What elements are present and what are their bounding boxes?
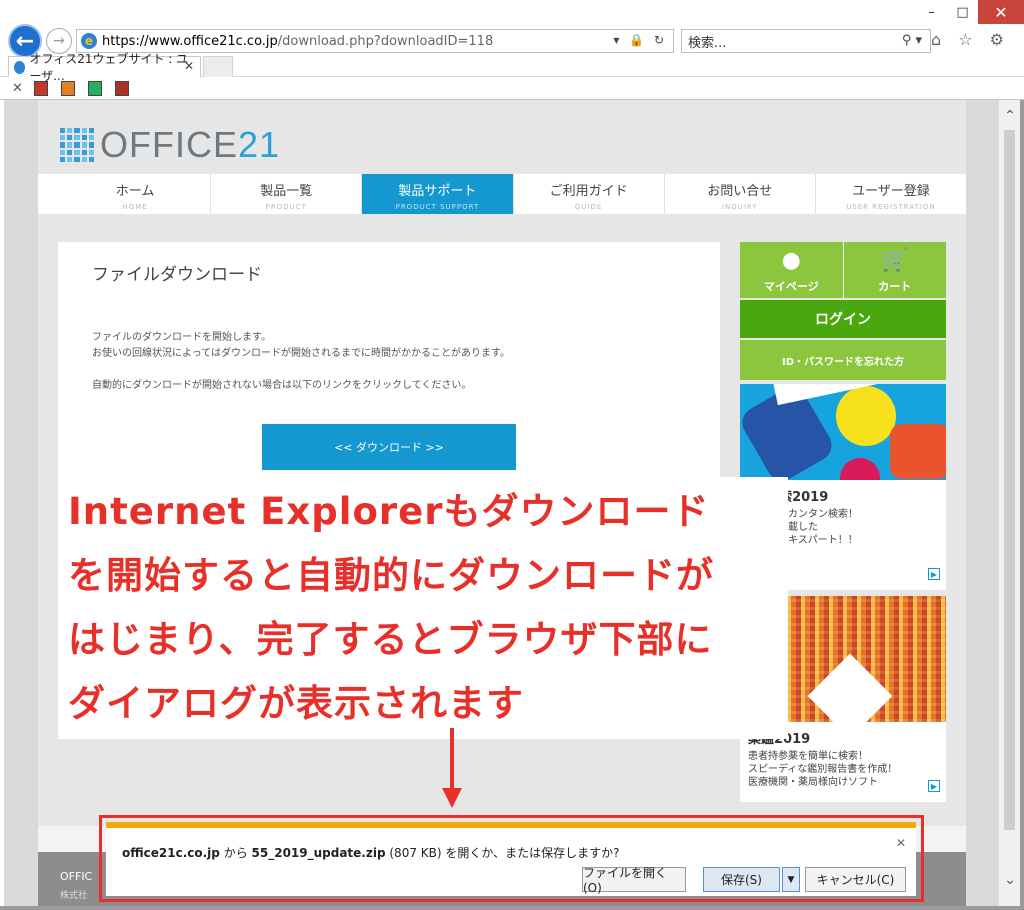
footer-company: OFFIC [60, 870, 93, 883]
search-box[interactable]: 検索... ⚲ ▾ [681, 29, 931, 53]
fav-icon-1[interactable] [34, 81, 48, 96]
save-button[interactable]: 保存(S) [703, 867, 780, 892]
cart-button[interactable]: 🛒 カート [842, 242, 946, 298]
home-favorites-settings-icons[interactable]: ⌂ ☆ ⚙ [931, 30, 1010, 49]
ie-tab-icon [14, 60, 26, 74]
download-prompt: office21c.co.jp から 55_2019_update.zip (8… [122, 846, 620, 860]
tab-close-icon[interactable]: ✕ [184, 59, 194, 73]
fav-icon-2[interactable] [61, 81, 75, 96]
tab-row: オフィス21ウェブサイト : ユーザ... ✕ [0, 52, 1024, 83]
right-margin [966, 100, 998, 908]
play-icon[interactable]: ▶ [928, 568, 940, 580]
annotation-callout: Internet Explorerもダウンロード を開始すると自動的にダウンロー… [58, 477, 788, 739]
search-placeholder: 検索... [688, 35, 727, 51]
window-frame-right [1020, 100, 1024, 910]
minimize-button[interactable]: – [916, 0, 947, 24]
nav-home[interactable]: ホーム HOME [60, 174, 210, 214]
annotation-line-1: Internet Explorerもダウンロード [68, 490, 710, 533]
url-host: https://www.office21c.co.jp [102, 33, 278, 49]
sidebar: ● マイページ 🛒 カート ログイン ID・パスワードを忘れた方 55検索2019 … [740, 242, 946, 802]
forward-arrow-icon: → [53, 33, 65, 49]
annotation-line-2: を開始すると自動的にダウンロードが [68, 554, 714, 597]
download-notification-bar: office21c.co.jp から 55_2019_update.zip (8… [106, 822, 916, 896]
fav-icon-4[interactable] [115, 81, 129, 96]
annotation-line-3: はじまり、完了するとブラウザ下部に [68, 618, 713, 661]
annotation-arrow-icon [442, 728, 462, 810]
forgot-password-link[interactable]: ID・パスワードを忘れた方 [740, 340, 946, 380]
open-file-button[interactable]: ファイルを開く(O) [582, 866, 686, 895]
nav-product[interactable]: 製品一覧 PRODUCT [210, 174, 361, 214]
cart-icon: 🛒 [881, 248, 909, 273]
scroll-up-icon[interactable]: ⌃ [999, 108, 1021, 124]
page-title: ファイルダウンロード [92, 265, 262, 285]
maximize-button[interactable]: □ [947, 0, 978, 24]
login-button[interactable]: ログイン [740, 300, 946, 338]
main-nav: ホーム HOME 製品一覧 PRODUCT 製品サポート PRODUCT SUPPOR… [38, 174, 966, 214]
page-viewport: OFFICE21 ホーム HOME 製品一覧 PRODUCT 製品サポート PRODU… [4, 100, 998, 908]
nav-guide[interactable]: ご利用ガイド GUIDE [512, 174, 664, 214]
vertical-scrollbar[interactable]: ⌃ ⌄ [998, 100, 1020, 908]
window-frame-bottom [0, 906, 1024, 910]
nav-user-registration[interactable]: ユーザー登録 USER REGISTRATION [814, 174, 966, 214]
nav-inquiry[interactable]: お問い合せ INQUIRY [663, 174, 815, 214]
search-icon[interactable]: ⚲ ▾ [902, 33, 922, 48]
favbar-close-icon[interactable]: ✕ [12, 81, 23, 96]
scroll-down-icon[interactable]: ⌄ [999, 872, 1021, 888]
logo-text: OFFICE21 [100, 124, 281, 165]
window-controls: – □ ✕ [916, 0, 1024, 26]
url-path: /download.php?downloadID=118 [277, 33, 494, 49]
cancel-button[interactable]: キャンセル(C) [805, 867, 906, 892]
tab-office21[interactable]: オフィス21ウェブサイト : ユーザ... ✕ [8, 52, 201, 83]
site-logo[interactable]: OFFICE21 [60, 124, 281, 165]
download-bar-close-icon[interactable]: ✕ [896, 836, 906, 850]
download-message-3: 自動的にダウンロードが開始されない場合は以下のリンクをクリックしてください。 [92, 380, 472, 391]
nav-product-support[interactable]: 製品サポート PRODUCT SUPPORT [361, 174, 513, 214]
footer-company-sub: 株式社 [60, 891, 88, 901]
download-message-2: お使いの回線状況によってはダウンロードが開始されるまでに時間がかかることがありま… [92, 348, 510, 359]
new-tab-button[interactable] [203, 56, 233, 77]
favorites-bar: ✕ [0, 78, 1024, 100]
download-link-button[interactable]: << ダウンロード >> [262, 424, 516, 470]
annotation-line-4: ダイアログが表示されます [68, 682, 524, 725]
left-margin [4, 100, 38, 908]
ad-banner-55search[interactable] [740, 384, 946, 480]
fav-icon-3[interactable] [88, 81, 102, 96]
play-icon[interactable]: ▶ [928, 780, 940, 792]
ie-page-icon: e [81, 33, 97, 49]
save-options-dropdown[interactable]: ▼ [782, 867, 800, 892]
close-window-button[interactable]: ✕ [978, 0, 1024, 24]
address-tools-icons[interactable]: ▾ 🔒 ↻ [613, 33, 667, 47]
download-message-1: ファイルのダウンロードを開始します。 [92, 332, 271, 343]
scroll-thumb[interactable] [1004, 130, 1015, 830]
logo-mark-icon [60, 128, 94, 162]
user-icon: ● [781, 248, 801, 273]
mypage-button[interactable]: ● マイページ [740, 242, 843, 298]
